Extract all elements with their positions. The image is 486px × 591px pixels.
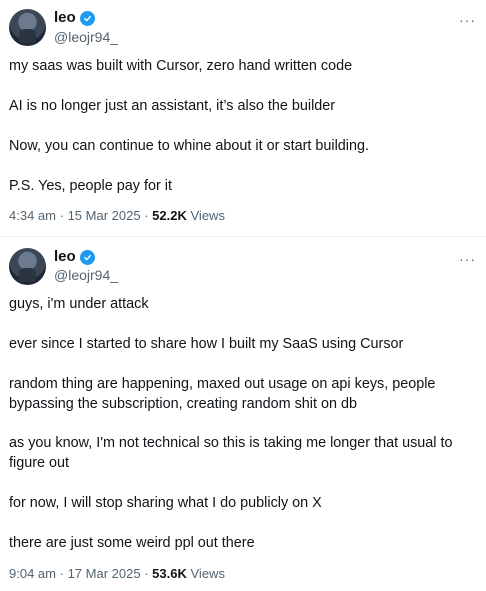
- tweet-date[interactable]: 17 Mar 2025: [68, 566, 141, 581]
- more-options-icon[interactable]: ···: [459, 13, 476, 27]
- views-count: 53.6K: [152, 566, 187, 581]
- tweet-text-line: as you know, I'm not technical so this i…: [9, 435, 453, 451]
- meta-separator: ·: [59, 566, 64, 581]
- tweet-text-line: bypassing the subscription, creating ran…: [9, 396, 357, 412]
- author-row: leo: [54, 9, 95, 27]
- tweet-time[interactable]: 4:34 am: [9, 208, 56, 223]
- tweet-text-line: AI is no longer just an assistant, it’s …: [9, 98, 336, 114]
- tweet-text-line: P.S. Yes, people pay for it: [9, 178, 172, 194]
- meta-separator: ·: [144, 566, 149, 581]
- avatar[interactable]: [9, 9, 46, 46]
- tweet-text-line: figure out: [9, 455, 70, 471]
- avatar[interactable]: [9, 248, 46, 285]
- author-name[interactable]: leo: [54, 9, 76, 27]
- meta-separator: ·: [144, 208, 149, 223]
- tweet-meta: 9:04 am · 17 Mar 2025 · 53.6K Views: [9, 566, 225, 582]
- views-label: Views: [190, 208, 225, 223]
- more-options-icon[interactable]: ···: [459, 252, 476, 266]
- author-handle[interactable]: @leojr94_: [54, 29, 118, 46]
- author-handle[interactable]: @leojr94_: [54, 267, 118, 284]
- tweet-text-line: random thing are happening, maxed out us…: [9, 376, 436, 392]
- tweet-time[interactable]: 9:04 am: [9, 566, 56, 581]
- tweet-text-line: for now, I will stop sharing what I do p…: [9, 495, 322, 511]
- author-row: leo: [54, 248, 95, 266]
- author-name[interactable]: leo: [54, 248, 76, 266]
- tweet-text-line: ever since I started to share how I buil…: [9, 336, 404, 352]
- tweet-meta: 4:34 am · 15 Mar 2025 · 52.2K Views: [9, 208, 225, 224]
- tweet-text-line: Now, you can continue to whine about it …: [9, 138, 369, 154]
- verified-badge-icon: [79, 10, 95, 26]
- meta-separator: ·: [59, 208, 64, 223]
- tweet-date[interactable]: 15 Mar 2025: [68, 208, 141, 223]
- views-count: 52.2K: [152, 208, 187, 223]
- tweet-text-line: guys, i'm under attack: [9, 296, 149, 312]
- views-label: Views: [190, 566, 225, 581]
- tweet-text-line: my saas was built with Cursor, zero hand…: [9, 58, 353, 74]
- tweet-divider: [0, 236, 486, 237]
- verified-badge-icon: [79, 249, 95, 265]
- tweet-text-line: there are just some weird ppl out there: [9, 535, 255, 551]
